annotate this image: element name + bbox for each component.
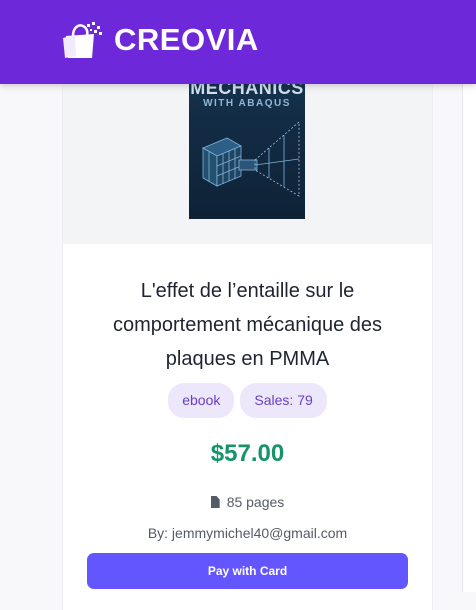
mesh-illustration [202, 121, 300, 197]
next-card-edge [462, 84, 476, 592]
shopping-bag-icon [63, 22, 102, 58]
product-title[interactable]: L'effet de l’entaille sur le comportemen… [83, 274, 412, 376]
product-card: MECHANICS WITH ABAQUS L'effet de l’entai… [63, 0, 432, 610]
top-header: CREOVIA [0, 0, 476, 84]
price: $57.00 [210, 440, 285, 467]
type-badge: ebook [168, 383, 235, 418]
badge-row: ebook Sales: 79 [63, 383, 432, 418]
page-count-label: 85 pages [226, 494, 285, 510]
sales-badge: Sales: 79 [240, 383, 327, 418]
page-count: 85 pages [63, 494, 432, 510]
brand-name: CREOVIA [114, 22, 259, 57]
document-icon [210, 496, 220, 508]
pay-with-card-button[interactable]: Pay with Card [87, 553, 408, 589]
author-line: By: jemmymichel40@gmail.com [147, 525, 348, 541]
brand-logo[interactable]: CREOVIA [60, 20, 259, 60]
book-cover-subtitle: WITH ABAQUS [203, 98, 291, 109]
